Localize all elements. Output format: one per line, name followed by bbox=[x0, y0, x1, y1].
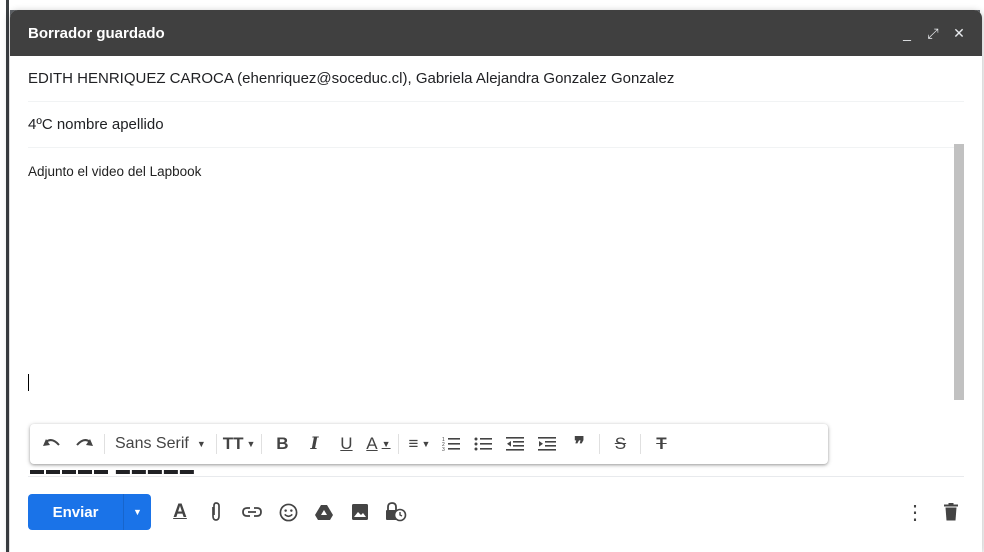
font-size-icon[interactable]: ТT ▼ bbox=[223, 430, 256, 458]
font-family-value: Sans Serif bbox=[115, 435, 189, 452]
quote-icon[interactable]: ❞ bbox=[565, 430, 593, 458]
italic-icon[interactable]: I bbox=[300, 430, 328, 458]
subject-text: 4ºC nombre apellido bbox=[28, 116, 164, 133]
send-button[interactable]: Enviar bbox=[28, 494, 123, 530]
background-strip bbox=[0, 0, 984, 10]
recipients-field[interactable]: EDITH HENRIQUEZ CAROCA (ehenriquez@soced… bbox=[28, 56, 964, 102]
body-scrollbar[interactable] bbox=[954, 144, 964, 400]
toolbar-divider bbox=[261, 434, 263, 454]
indent-less-icon[interactable] bbox=[501, 430, 529, 458]
toolbar-divider bbox=[398, 434, 400, 454]
more-options-icon[interactable]: ⋮ bbox=[898, 495, 932, 529]
body-text: Adjunto el video del Lapbook bbox=[28, 164, 202, 179]
bulleted-list-icon[interactable] bbox=[469, 430, 497, 458]
send-button-group: Enviar ▼ bbox=[28, 494, 151, 530]
bottom-divider bbox=[28, 476, 964, 477]
subject-field[interactable]: 4ºC nombre apellido bbox=[28, 102, 964, 148]
underline-icon[interactable]: U bbox=[332, 430, 360, 458]
compose-titlebar[interactable]: Borrador guardado _ ⤢ ✕ bbox=[10, 10, 982, 56]
compose-title: Borrador guardado bbox=[28, 24, 165, 42]
caret-down-icon: ▼ bbox=[196, 439, 206, 449]
confidential-icon[interactable] bbox=[379, 495, 413, 529]
redo-icon[interactable] bbox=[70, 430, 98, 458]
message-body[interactable]: Adjunto el video del Lapbook bbox=[28, 148, 955, 403]
attach-icon[interactable] bbox=[199, 495, 233, 529]
numbered-list-icon[interactable]: 123 bbox=[437, 430, 465, 458]
expand-icon[interactable]: ⤢ bbox=[920, 20, 946, 46]
link-icon[interactable] bbox=[235, 495, 269, 529]
formatting-options-icon[interactable]: A bbox=[163, 495, 197, 529]
compose-window: Borrador guardado _ ⤢ ✕ EDITH HENRIQUEZ … bbox=[10, 10, 982, 552]
strikethrough-icon[interactable]: S bbox=[606, 430, 634, 458]
bold-icon[interactable]: B bbox=[268, 430, 296, 458]
recipients-text: EDITH HENRIQUEZ CAROCA (ehenriquez@soced… bbox=[28, 70, 675, 87]
svg-text:3: 3 bbox=[442, 447, 445, 452]
undo-icon[interactable] bbox=[38, 430, 66, 458]
drive-icon[interactable] bbox=[307, 495, 341, 529]
font-family-select[interactable]: Sans Serif ▼ bbox=[109, 435, 212, 453]
minimize-icon[interactable]: _ bbox=[894, 20, 920, 46]
background-left-edge bbox=[0, 0, 10, 552]
toolbar-divider bbox=[599, 434, 601, 454]
indent-more-icon[interactable] bbox=[533, 430, 561, 458]
close-icon[interactable]: ✕ bbox=[946, 20, 972, 46]
emoji-icon[interactable] bbox=[271, 495, 305, 529]
remove-formatting-icon[interactable]: T bbox=[647, 430, 675, 458]
discard-icon[interactable] bbox=[934, 495, 968, 529]
toolbar-divider bbox=[215, 434, 217, 454]
photo-icon[interactable] bbox=[343, 495, 377, 529]
send-options-icon[interactable]: ▼ bbox=[123, 494, 151, 530]
toolbar-divider bbox=[104, 434, 105, 454]
toolbar-divider bbox=[640, 434, 642, 454]
compose-bottom-bar: Enviar ▼ A ⋮ bbox=[28, 490, 968, 534]
text-caret bbox=[28, 374, 29, 391]
formatting-toolbar: Sans Serif ▼ ТT ▼ B I U A ▼ ≡ ▼ 123 ❞ S T bbox=[30, 424, 828, 464]
align-icon[interactable]: ≡ ▼ bbox=[405, 430, 433, 458]
text-color-icon[interactable]: A ▼ bbox=[364, 430, 392, 458]
